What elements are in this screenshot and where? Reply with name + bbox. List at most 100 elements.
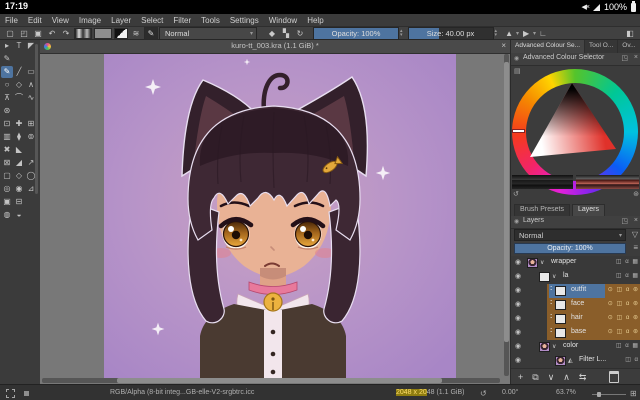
layer-blending-mode-dropdown[interactable]: Normal ▾ [514,229,626,241]
zoom-fit-icon[interactable]: ⊞ [630,389,637,398]
close-icon[interactable]: × [634,54,638,61]
visibility-eye-icon[interactable]: ◉ [515,286,521,294]
size-slider[interactable]: Size: 40.00 px [408,27,494,40]
foreground-background-colors[interactable] [114,28,128,39]
pan-tool[interactable]: ◒ [13,209,25,221]
move-layer-down-button[interactable]: ∨ [548,372,555,382]
color-sampler-tool[interactable]: ⧫ [13,131,25,143]
mirror-horizontal-button[interactable]: ▲ [502,28,516,39]
layer-row-hair[interactable]: ◉ : hair ⊙ ◫ α ⊛ [511,312,640,327]
blending-mode-dropdown[interactable]: Normal ▾ [159,27,257,40]
fill-tool[interactable]: ◣ [13,144,25,156]
filter-funnel-icon[interactable]: ▽ [632,230,638,239]
opacity-slider[interactable]: Opacity: 100% [313,27,399,40]
tab-overview[interactable]: Ov... [618,40,640,53]
mirror-vertical-button[interactable]: ▶ [519,28,533,39]
move-tool[interactable]: ✚ [13,118,25,130]
shade-history-bar[interactable] [512,175,573,189]
delete-layer-button[interactable] [609,371,619,383]
hue-marker[interactable] [512,129,525,133]
vertical-scrollbar[interactable] [504,54,509,376]
colorize-mask-tool[interactable]: ✖ [1,144,13,156]
list-view-icon[interactable]: ≡ [633,243,638,252]
size-spinner[interactable]: ▴▾ [495,29,498,37]
layers-header[interactable]: ◉ Layers ◳ × [511,216,640,229]
selection-mode-icon[interactable] [24,391,29,396]
line-tool[interactable]: ╱ [13,66,25,78]
workspace-chooser-button[interactable]: ◧ [623,28,637,39]
visibility-eye-icon[interactable]: ◉ [515,328,521,336]
visibility-eye-icon[interactable]: ◉ [515,272,521,280]
freehand-path-tool[interactable]: ⌒ [13,92,25,104]
enclose-fill-tool[interactable]: ⊠ [1,157,13,169]
visibility-eye-icon[interactable]: ◉ [515,356,521,364]
layer-properties-button[interactable]: ⇆ [579,372,587,382]
multibrush-tool[interactable]: ⊛ [1,105,13,117]
move-layer-up-button[interactable]: ∧ [563,372,570,382]
history-icon[interactable]: ↺ [513,190,519,198]
calligraphy-tool[interactable]: ✎ [1,53,13,65]
zoom-slider-knob[interactable] [597,392,601,397]
menu-help[interactable]: Help [302,16,328,25]
redo-button[interactable]: ↷ [59,28,73,39]
menu-image[interactable]: Image [74,16,106,25]
collapse-caret-icon[interactable]: ∨ [552,343,556,350]
gradient-tool[interactable]: ▥ [1,131,13,143]
canvas-artwork[interactable] [104,54,456,378]
visibility-eye-icon[interactable]: ◉ [515,258,521,266]
tab-tool-options[interactable]: Tool O... [585,40,618,53]
reset-rotation-icon[interactable]: ↺ [480,389,487,398]
visibility-eye-icon[interactable]: ◉ [515,300,521,308]
layer-row-color[interactable]: ◉ ∨ color ◫ α ▦ [511,340,640,355]
collapse-caret-icon[interactable]: ∨ [552,273,556,280]
polygon-tool[interactable]: ◇ [13,79,25,91]
menu-tools[interactable]: Tools [196,16,225,25]
crop-canvas-button[interactable]: ∟ [536,28,550,39]
menu-settings[interactable]: Settings [225,16,264,25]
new-document-button[interactable]: ▢ [3,28,17,39]
wrap-around-toggle[interactable]: ≋ [129,28,143,39]
layer-row-outfit[interactable]: ◉ : outfit ⊙ ◫ α ⊛ [511,284,640,299]
reference-images-tool[interactable]: ⊟ [13,196,25,208]
select-shapes-tool[interactable]: ▸ [1,40,13,52]
collapse-caret-icon[interactable]: ∨ [540,259,544,266]
menu-view[interactable]: View [47,16,74,25]
open-document-button[interactable]: ◰ [17,28,31,39]
save-document-button[interactable]: ▣ [31,28,45,39]
preserve-alpha-button[interactable]: ▚ [279,28,293,39]
ellipse-tool[interactable]: ○ [1,79,13,91]
pattern-chooser[interactable] [94,28,112,39]
magnetic-selection-tool[interactable]: ▣ [1,196,13,208]
text-tool[interactable]: T [13,40,25,52]
zoom-percentage[interactable]: 63.7% [556,389,576,396]
menu-select[interactable]: Select [136,16,168,25]
duplicate-layer-button[interactable]: ⧉ [532,372,538,382]
brush-preset-chooser[interactable]: ✎ [144,27,158,40]
layer-row-filter[interactable]: ◉ ◭ Filter L... ◫ α [511,354,640,369]
contiguous-selection-tool[interactable]: ◉ [13,183,25,195]
opacity-spinner[interactable]: ▴▾ [400,29,403,37]
menu-file[interactable]: File [0,16,23,25]
visibility-eye-icon[interactable]: ◉ [515,342,521,350]
layer-row-wrapper[interactable]: ◉ ∨ wrapper ◫ α ▦ [511,256,640,271]
rectangular-selection-tool[interactable]: ▢ [1,170,13,182]
selection-display-icon[interactable] [6,389,15,398]
menu-layer[interactable]: Layer [106,16,136,25]
reload-preset-button[interactable]: ↻ [293,28,307,39]
zoom-tool[interactable]: ◍ [1,209,13,221]
eraser-mode-button[interactable]: ◆ [265,28,279,39]
bezier-curve-tool[interactable]: ⊼ [1,92,13,104]
float-icon[interactable]: ◳ [621,217,628,225]
menu-edit[interactable]: Edit [23,16,47,25]
close-icon[interactable]: × [634,217,638,224]
shade-gradient-bar[interactable] [576,175,639,189]
layer-row-base[interactable]: ◉ : base ⊙ ◫ α ⊛ [511,326,640,341]
horizontal-scrollbar[interactable] [42,378,500,383]
polygonal-selection-tool[interactable]: ◇ [13,170,25,182]
freehand-brush-tool[interactable]: ✎ [1,66,13,78]
subwindow-titlebar[interactable]: kuro-tt_003.kra (1.1 GiB) * × [40,40,510,54]
visibility-eye-icon[interactable]: ◉ [515,314,521,322]
layer-opacity-slider[interactable]: Opacity: 100% [514,243,626,254]
add-layer-button[interactable]: + [518,372,523,382]
gear-icon[interactable]: ⊛ [633,190,639,198]
